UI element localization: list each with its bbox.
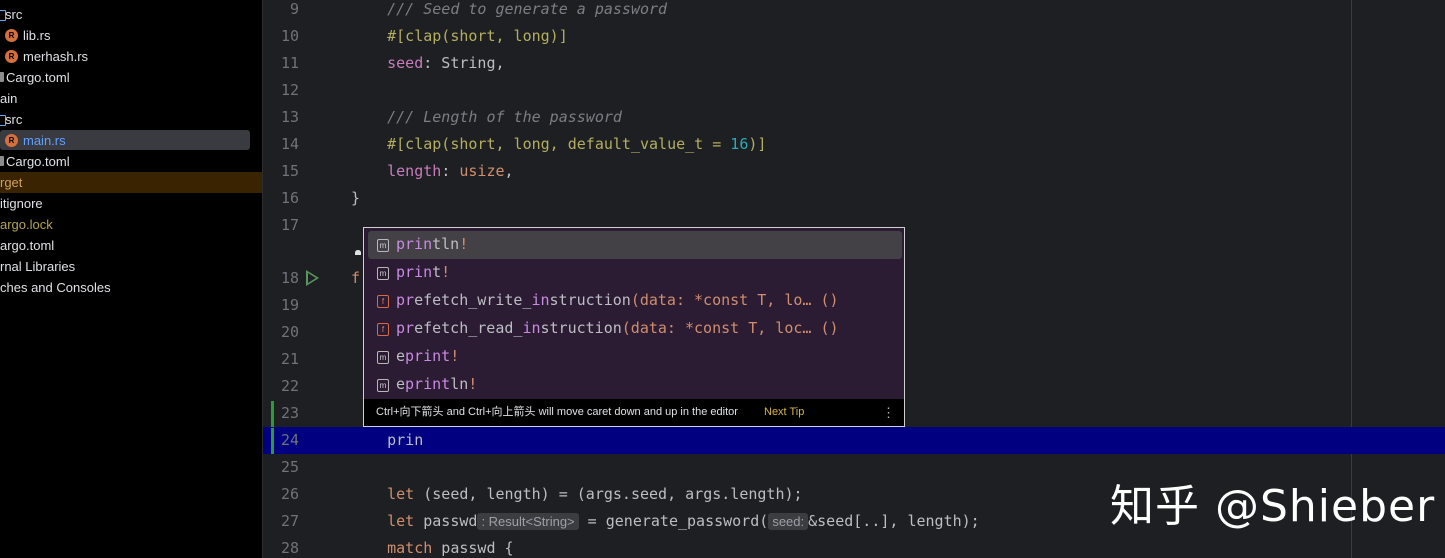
code-line-14[interactable]: #[clap(short, long, default_value_t = 16… bbox=[351, 135, 766, 153]
line-number: 20 bbox=[280, 323, 299, 341]
tree-item-cargo-lock[interactable]: argo.lock bbox=[0, 214, 262, 235]
tree-item-merhash-rs[interactable]: Rmerhash.rs bbox=[0, 46, 262, 67]
completion-item-println[interactable]: m println! bbox=[368, 231, 902, 259]
rust-file-icon: R bbox=[5, 50, 18, 63]
code-line-28[interactable]: match passwd { bbox=[351, 539, 513, 557]
tree-item-cargo-toml[interactable]: Cargo.toml bbox=[0, 67, 262, 88]
function-icon: f bbox=[377, 295, 389, 308]
project-tree-panel: src Rlib.rs Rmerhash.rs Cargo.toml ain s… bbox=[0, 0, 262, 558]
parameter-inlay-hint: seed: bbox=[768, 513, 809, 530]
completion-item-eprint[interactable]: m eprint! bbox=[368, 343, 902, 371]
next-tip-link[interactable]: Next Tip bbox=[764, 399, 804, 426]
line-number: 11 bbox=[280, 54, 299, 72]
completion-popup[interactable]: m println! m print! f prefetch_write_ins… bbox=[363, 227, 905, 427]
rust-file-icon: R bbox=[5, 29, 18, 42]
line-number: 28 bbox=[280, 539, 299, 557]
line-number: 22 bbox=[280, 377, 299, 395]
tree-item-cargo-toml-2[interactable]: Cargo.toml bbox=[0, 151, 262, 172]
line-number: 12 bbox=[280, 81, 299, 99]
completion-item-eprintln[interactable]: m eprintln! bbox=[368, 371, 902, 399]
code-line-11[interactable]: seed: String, bbox=[351, 54, 504, 72]
tree-item-src[interactable]: src bbox=[0, 4, 262, 25]
code-line-18[interactable]: f bbox=[351, 269, 360, 287]
code-line-26[interactable]: let (seed, length) = (args.seed, args.le… bbox=[351, 485, 802, 503]
line-number: 16 bbox=[280, 189, 299, 207]
code-line-13[interactable]: /// Length of the password bbox=[351, 108, 622, 126]
tree-item-cargo-toml-root[interactable]: argo.toml bbox=[0, 235, 262, 256]
line-number: 15 bbox=[280, 162, 299, 180]
line-number: 9 bbox=[289, 0, 299, 18]
function-icon: f bbox=[377, 323, 389, 336]
tree-item-external-libraries[interactable]: rnal Libraries bbox=[0, 256, 262, 277]
tree-item-scratches-consoles[interactable]: ches and Consoles bbox=[0, 277, 262, 298]
completion-item-prefetch-write[interactable]: f prefetch_write_instruction(data: *cons… bbox=[368, 287, 902, 315]
completion-tip-bar: Ctrl+向下箭头 and Ctrl+向上箭头 will move caret … bbox=[364, 399, 904, 426]
macro-icon: m bbox=[377, 351, 389, 364]
usages-lens-icon[interactable] bbox=[355, 250, 361, 255]
line-number: 17 bbox=[280, 216, 299, 234]
line-number: 24 bbox=[280, 431, 299, 449]
tree-item-main-module[interactable]: ain bbox=[0, 88, 262, 109]
completion-item-print[interactable]: m print! bbox=[368, 259, 902, 287]
line-number: 26 bbox=[280, 485, 299, 503]
watermark: 知乎 @Shieber bbox=[1110, 481, 1436, 532]
type-inlay-hint: : Result<String> bbox=[477, 513, 579, 530]
line-number: 27 bbox=[280, 512, 299, 530]
macro-icon: m bbox=[377, 267, 389, 280]
line-number: 23 bbox=[280, 404, 299, 422]
code-line-27[interactable]: let passwd: Result<String> = generate_pa… bbox=[351, 512, 980, 530]
line-number: 10 bbox=[280, 27, 299, 45]
more-options-icon[interactable]: ⋮ bbox=[882, 399, 895, 426]
tree-item-main-rs[interactable]: Rmain.rs bbox=[0, 130, 262, 151]
macro-icon: m bbox=[377, 239, 389, 252]
run-main-icon[interactable] bbox=[306, 270, 319, 286]
code-line-16[interactable]: } bbox=[351, 189, 360, 207]
line-number: 25 bbox=[280, 458, 299, 476]
tree-item-src-2[interactable]: src bbox=[0, 109, 262, 130]
line-number: 13 bbox=[280, 108, 299, 126]
rust-file-icon: R bbox=[5, 134, 18, 147]
tree-item-gitignore[interactable]: itignore bbox=[0, 193, 262, 214]
line-number: 14 bbox=[280, 135, 299, 153]
line-number: 21 bbox=[280, 350, 299, 368]
code-line-9[interactable]: /// Seed to generate a password bbox=[351, 0, 667, 18]
line-number: 19 bbox=[280, 296, 299, 314]
code-line-24[interactable]: prin bbox=[351, 431, 423, 449]
toml-file-icon bbox=[0, 156, 4, 166]
tip-text: Ctrl+向下箭头 and Ctrl+向上箭头 will move caret … bbox=[376, 406, 738, 418]
code-line-10[interactable]: #[clap(short, long)] bbox=[351, 27, 568, 45]
current-line-highlight bbox=[263, 427, 1445, 454]
line-number: 18 bbox=[280, 269, 299, 287]
completion-item-prefetch-read[interactable]: f prefetch_read_instruction(data: *const… bbox=[368, 315, 902, 343]
toml-file-icon bbox=[0, 72, 4, 82]
tree-item-target[interactable]: rget bbox=[0, 172, 262, 193]
code-line-15[interactable]: length: usize, bbox=[351, 162, 513, 180]
macro-icon: m bbox=[377, 379, 389, 392]
tree-item-lib-rs[interactable]: Rlib.rs bbox=[0, 25, 262, 46]
